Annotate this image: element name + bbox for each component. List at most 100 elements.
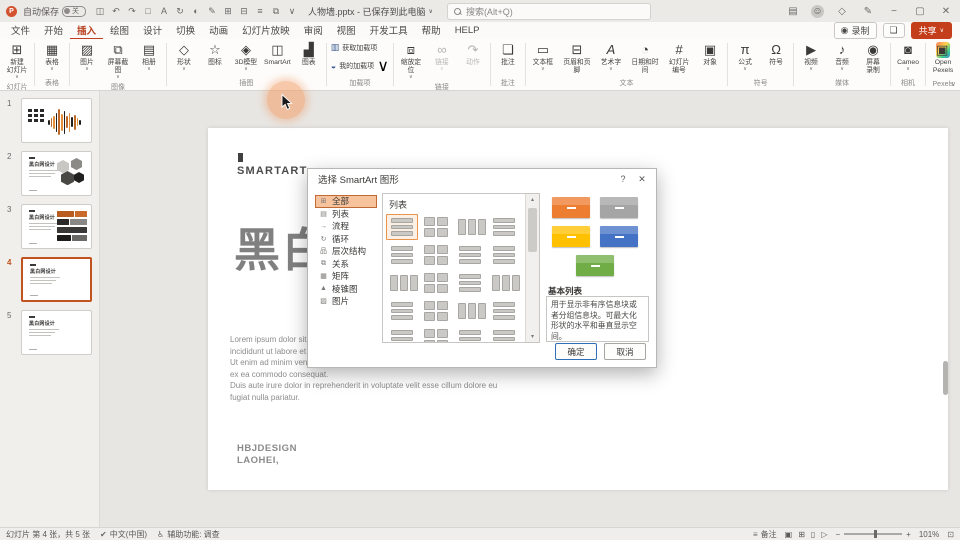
zoom-slider[interactable] xyxy=(844,530,903,538)
smartart-layout-thumbnail[interactable] xyxy=(488,270,520,296)
more-commands-icon[interactable]: ∨ xyxy=(284,6,300,17)
gallery-scrollbar[interactable]: ▴ ▾ xyxy=(525,194,539,342)
zoom-in-button[interactable]: + xyxy=(906,530,911,539)
audio-button[interactable]: ♪ 音频 ∨ xyxy=(827,41,857,73)
ok-button[interactable]: 确定 xyxy=(555,343,597,360)
close-icon[interactable]: ✕ xyxy=(938,6,954,17)
smartart-layout-thumbnail[interactable] xyxy=(386,298,418,324)
share-button[interactable]: 共享 ∨ xyxy=(910,22,952,39)
search-input[interactable]: 搜索(Alt+Q) xyxy=(446,2,651,20)
smartart-layout-thumbnail[interactable] xyxy=(386,242,418,268)
shape-icon[interactable]: □ xyxy=(140,6,156,16)
guides-icon[interactable]: ⊟ xyxy=(236,6,252,17)
comment-button[interactable]: ❏ 批注 xyxy=(493,41,523,68)
my-addins-button[interactable]: ◒ 我的加载项 ∨ xyxy=(329,56,391,76)
fit-to-window-icon[interactable]: ⊡ xyxy=(947,530,954,539)
smartart-layout-thumbnail[interactable] xyxy=(488,326,520,342)
slide-thumbnail[interactable]: 黑白网设计 xyxy=(21,257,92,302)
scroll-down-icon[interactable]: ▾ xyxy=(526,333,539,340)
dialog-title-bar[interactable]: 选择 SmartArt 图形 xyxy=(308,169,656,189)
smartart-layout-thumbnail[interactable] xyxy=(420,214,452,240)
category-process[interactable]: → 流程 xyxy=(315,220,377,233)
language-indicator[interactable]: ✔ 中文(中国) xyxy=(100,529,147,540)
smartart-layout-thumbnail[interactable] xyxy=(454,326,486,342)
accessibility-status[interactable]: ♿ 辅助功能: 调查 xyxy=(157,529,220,540)
normal-view-icon[interactable]: ▣ xyxy=(785,530,793,539)
symbol-button[interactable]: Ω 符号 xyxy=(761,41,791,68)
get-addins-button[interactable]: ▥ 获取加载项 xyxy=(329,42,380,53)
cancel-button[interactable]: 取消 xyxy=(604,343,646,360)
dialog-close-button[interactable]: ✕ xyxy=(635,172,649,186)
copilot-icon[interactable]: ◇ xyxy=(834,6,850,17)
smartart-layout-thumbnail[interactable] xyxy=(454,214,486,240)
category-matrix[interactable]: ▦ 矩阵 xyxy=(315,270,377,283)
shapes-button[interactable]: ◇ 形状 ∨ xyxy=(169,41,199,73)
autosave-toggle[interactable]: 自动保存 关 xyxy=(23,5,87,18)
category-cycle[interactable]: ↻ 循环 xyxy=(315,233,377,246)
smartart-layout-thumbnail[interactable] xyxy=(386,270,418,296)
restore-icon[interactable]: ▢ xyxy=(912,6,928,17)
slide-sorter-view-icon[interactable]: ⊞ xyxy=(798,530,805,539)
ribbon-tab[interactable]: 绘图 xyxy=(103,21,136,40)
minimize-icon[interactable]: − xyxy=(886,6,902,17)
category-pyramid[interactable]: ▲ 棱锥图 xyxy=(315,283,377,296)
icons-button[interactable]: ☆ 图标 xyxy=(200,41,230,68)
3d-model-button[interactable]: ◈ 3D模型 ∨ xyxy=(231,41,261,73)
slide-footer-text[interactable]: HBJDESIGN LAOHEI, xyxy=(237,443,297,467)
smartart-layout-thumbnail[interactable] xyxy=(420,242,452,268)
slide-number-button[interactable]: # 幻灯片 编号 xyxy=(664,41,694,76)
notes-button[interactable]: ≡ 备注 xyxy=(753,529,777,540)
slide-heading[interactable]: SMARTART xyxy=(237,165,308,177)
save-icon[interactable]: ◫ xyxy=(92,6,108,17)
smartart-layout-thumbnail[interactable] xyxy=(454,298,486,324)
comments-button[interactable]: ❏ xyxy=(882,23,905,38)
wordart-button[interactable]: A 艺术字 ∨ xyxy=(596,41,626,73)
smartart-layout-thumbnail[interactable] xyxy=(386,214,418,240)
editing-mode-icon[interactable]: ✎ xyxy=(860,6,876,17)
datetime-button[interactable]: ◔ 日期和时间 xyxy=(627,41,663,76)
zoom-out-button[interactable]: − xyxy=(835,530,840,539)
fill-color-icon[interactable]: ◐ xyxy=(188,6,204,16)
scroll-up-icon[interactable]: ▴ xyxy=(526,196,539,203)
vertical-scrollbar[interactable] xyxy=(942,91,949,527)
ribbon-tab[interactable]: 动画 xyxy=(202,21,235,40)
textbox-button[interactable]: ▭ 文本框 ∨ xyxy=(528,41,558,73)
record-button[interactable]: ◉ 录制 xyxy=(833,22,877,39)
ribbon-tab[interactable]: 插入 xyxy=(70,21,104,40)
scrollbar-thumb[interactable] xyxy=(528,208,537,252)
smartart-layout-thumbnail[interactable] xyxy=(420,298,452,324)
format-painter-icon[interactable]: ✎ xyxy=(204,6,220,17)
new-slide-button[interactable]: ⊞ 新建 幻灯片 ∨ xyxy=(2,41,32,81)
slide-thumbnail[interactable]: 黑白网设计 xyxy=(21,151,92,196)
slide-paragraph-2[interactable]: Duis aute irure dolor in reprehenderit i… xyxy=(230,380,497,403)
grid-view-icon[interactable]: ⊞ xyxy=(220,6,236,17)
smartart-layout-thumbnail[interactable] xyxy=(454,270,486,296)
zoom-slider-thumb[interactable] xyxy=(874,530,878,538)
zoom-link-button[interactable]: ⧈ 缩放定位 ∨ xyxy=(396,41,426,81)
slide-thumbnail[interactable]: 黑白网设计 xyxy=(21,310,92,355)
smartart-layout-thumbnail[interactable] xyxy=(488,298,520,324)
ribbon-tab[interactable]: 帮助 xyxy=(415,21,448,40)
document-title[interactable]: 人物墙.pptx - 已保存到此电脑 ∨ xyxy=(308,5,433,18)
ribbon-tab[interactable]: 开始 xyxy=(37,21,70,40)
equation-button[interactable]: π 公式 ∨ xyxy=(730,41,760,73)
category-relationship[interactable]: ⧉ 关系 xyxy=(315,258,377,271)
ribbon-display-icon[interactable]: ▤ xyxy=(785,6,801,17)
smartart-layout-thumbnail[interactable] xyxy=(488,242,520,268)
ribbon-tab[interactable]: HELP xyxy=(448,23,487,39)
arrange-icon[interactable]: ⧉ xyxy=(268,6,284,17)
slide-thumbnail[interactable] xyxy=(21,98,92,143)
category-hierarchy[interactable]: 品层次结构 xyxy=(315,245,377,258)
smartart-layout-thumbnail[interactable] xyxy=(454,242,486,268)
open-pexels-button[interactable]: ▣ Open Pexels xyxy=(928,41,958,76)
reading-view-icon[interactable]: ▯ xyxy=(811,530,815,539)
category-list[interactable]: ▤ 列表 xyxy=(315,208,377,221)
smartart-layout-thumbnail[interactable] xyxy=(386,326,418,342)
slideshow-view-icon[interactable]: ▷ xyxy=(821,530,827,539)
ribbon-tab[interactable]: 设计 xyxy=(136,21,169,40)
ribbon-tab[interactable]: 文件 xyxy=(4,21,37,40)
table-button[interactable]: ▦ 表格 ∨ xyxy=(37,41,67,73)
category-all[interactable]: ⊞ 全部 xyxy=(315,195,377,208)
ribbon-tab[interactable]: 视图 xyxy=(330,21,363,40)
album-button[interactable]: ▤ 相册 ∨ xyxy=(134,41,164,73)
